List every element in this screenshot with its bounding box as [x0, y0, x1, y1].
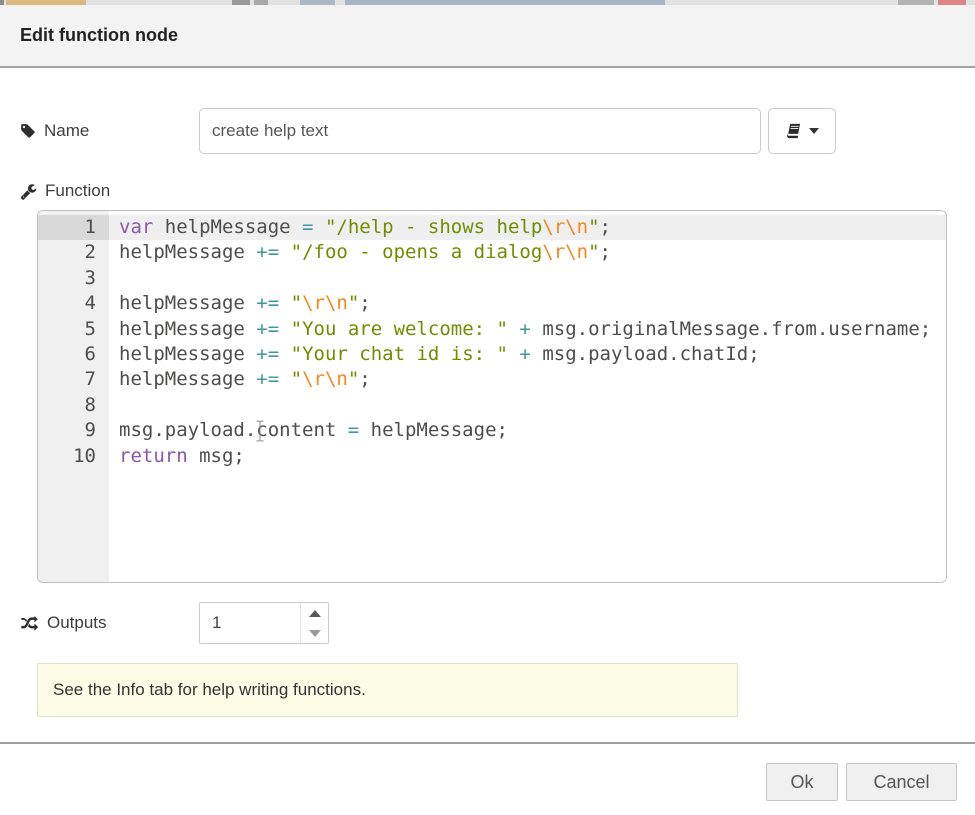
- dialog-title: Edit function node: [20, 25, 178, 46]
- line-number: 1: [38, 215, 109, 240]
- ok-button[interactable]: Ok: [766, 763, 838, 801]
- line-number: 5: [38, 317, 109, 342]
- code-line[interactable]: 4helpMessage += "\r\n";: [38, 291, 946, 316]
- function-label-text: Function: [45, 181, 110, 201]
- code-line[interactable]: 5helpMessage += "You are welcome: " + ms…: [38, 317, 946, 342]
- code-text: helpMessage += "\r\n";: [109, 367, 946, 392]
- function-label: Function: [20, 179, 110, 203]
- code-line[interactable]: 8: [38, 393, 946, 418]
- name-input[interactable]: [199, 108, 761, 154]
- code-line[interactable]: 2helpMessage += "/foo - opens a dialog\r…: [38, 240, 946, 265]
- form-tip-text: See the Info tab for help writing functi…: [53, 680, 366, 700]
- line-number: 7: [38, 367, 109, 392]
- outputs-input[interactable]: [200, 603, 300, 643]
- chevron-up-icon: [309, 610, 321, 617]
- spinner-buttons: [300, 603, 328, 643]
- code-text: msg.payload.content = helpMessage;: [109, 418, 946, 443]
- form-tip: See the Info tab for help writing functi…: [37, 663, 738, 717]
- spinner-down-button[interactable]: [301, 623, 328, 643]
- code-line[interactable]: 7helpMessage += "\r\n";: [38, 367, 946, 392]
- spinner-up-button[interactable]: [301, 603, 328, 623]
- shuffle-icon: [20, 615, 39, 632]
- library-button[interactable]: [768, 108, 836, 154]
- line-number: 10: [38, 444, 109, 469]
- text-cursor-ibeam: [255, 420, 265, 447]
- caret-down-icon: [809, 128, 819, 134]
- code-editor[interactable]: 1var helpMessage = "/help - shows help\r…: [37, 210, 947, 583]
- line-number: 3: [38, 266, 109, 291]
- code-text: helpMessage += "\r\n";: [109, 291, 946, 316]
- code-text: [109, 393, 946, 418]
- cancel-button[interactable]: Cancel: [846, 763, 957, 801]
- book-icon: [785, 123, 802, 140]
- tag-icon: [20, 123, 36, 139]
- name-label: Name: [20, 118, 89, 144]
- code-line[interactable]: 3: [38, 266, 946, 291]
- wrench-icon: [20, 183, 37, 200]
- line-number: 6: [38, 342, 109, 367]
- code-line[interactable]: 10return msg;: [38, 444, 946, 469]
- chevron-down-icon: [309, 630, 321, 637]
- code-text: return msg;: [109, 444, 946, 469]
- code-text: [109, 266, 946, 291]
- code-text: helpMessage += "Your chat id is: " + msg…: [109, 342, 946, 367]
- ok-button-label: Ok: [790, 772, 813, 793]
- dialog-header: Edit function node: [0, 5, 975, 68]
- code-line[interactable]: 6helpMessage += "Your chat id is: " + ms…: [38, 342, 946, 367]
- line-number: 8: [38, 393, 109, 418]
- code-text: var helpMessage = "/help - shows help\r\…: [109, 215, 946, 240]
- code-lines: 1var helpMessage = "/help - shows help\r…: [38, 211, 946, 469]
- name-label-text: Name: [44, 121, 89, 141]
- cancel-button-label: Cancel: [873, 772, 929, 793]
- outputs-spinner[interactable]: [199, 602, 329, 644]
- line-number: 4: [38, 291, 109, 316]
- line-number: 9: [38, 418, 109, 443]
- footer-separator: [0, 742, 975, 744]
- code-line[interactable]: 1var helpMessage = "/help - shows help\r…: [38, 215, 946, 240]
- outputs-label-text: Outputs: [47, 613, 107, 633]
- code-text: helpMessage += "/foo - opens a dialog\r\…: [109, 240, 946, 265]
- line-number: 2: [38, 240, 109, 265]
- outputs-label: Outputs: [20, 610, 107, 636]
- code-text: helpMessage += "You are welcome: " + msg…: [109, 317, 946, 342]
- code-line[interactable]: 9msg.payload.content = helpMessage;: [38, 418, 946, 443]
